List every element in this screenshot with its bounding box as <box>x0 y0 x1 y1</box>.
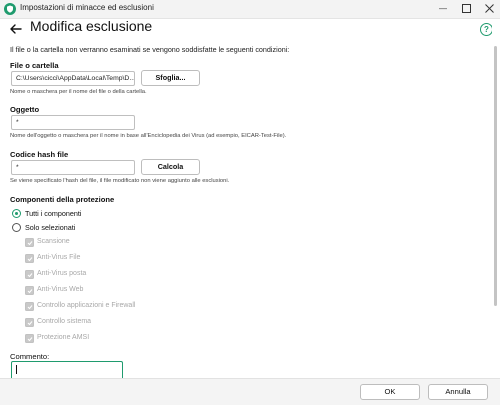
comment-input[interactable] <box>11 361 123 378</box>
question-circle-icon[interactable]: ? <box>480 23 492 36</box>
checkbox-checked-disabled <box>25 254 34 263</box>
checkbox-checked-disabled <box>25 270 34 279</box>
check-icon <box>27 288 32 294</box>
hash-input[interactable]: * <box>11 160 135 175</box>
radio-button[interactable] <box>12 223 21 232</box>
browse-button[interactable]: Sfoglia... <box>141 70 200 86</box>
checkbox-label: Scansione <box>37 237 70 245</box>
text-caret <box>16 365 17 374</box>
content-area: Modifica esclusione ? Il file o la carte… <box>0 0 492 378</box>
page-title: Modifica esclusione <box>30 18 153 34</box>
dialog-footer: OK Annulla <box>0 378 500 405</box>
checkbox-checked-disabled <box>25 302 34 311</box>
checkbox-label: Controllo applicazioni e Firewall <box>37 301 136 309</box>
object-input[interactable]: * <box>11 115 135 130</box>
check-icon <box>27 256 32 262</box>
checkbox-label: Anti-Virus File <box>37 253 81 261</box>
check-icon <box>27 272 32 278</box>
help-symbol: ? <box>484 25 489 34</box>
comment-label: Commento: <box>10 352 50 361</box>
radio-label: Solo selezionati <box>25 222 76 232</box>
ok-button[interactable]: OK <box>360 384 420 400</box>
checkbox-label: Anti-Virus posta <box>37 269 87 277</box>
checkbox-label: Protezione AMSI <box>37 333 90 341</box>
hash-hint: Se viene specificato l'hash del file, il… <box>10 178 230 184</box>
hash-label: Codice hash file <box>10 150 69 159</box>
file-folder-label: File o cartella <box>10 61 59 70</box>
radio-button-checked[interactable] <box>12 209 21 218</box>
back-button[interactable] <box>8 21 24 37</box>
check-icon <box>27 240 32 246</box>
checkbox-label: Controllo sistema <box>37 317 92 325</box>
cancel-button[interactable]: Annulla <box>428 384 488 400</box>
components-label: Componenti della protezione <box>10 195 115 204</box>
check-icon <box>27 320 32 326</box>
check-icon <box>27 304 32 310</box>
intro-text: Il file o la cartella non verranno esami… <box>10 45 290 54</box>
checkbox-checked-disabled <box>25 238 34 247</box>
file-folder-input[interactable]: C:\Users\cicci\AppData\Local\Temp\D... <box>11 71 135 86</box>
checkbox-checked-disabled <box>25 286 34 295</box>
checkbox-checked-disabled <box>25 334 34 343</box>
file-folder-hint: Nome o maschera per il nome del file o d… <box>10 89 147 95</box>
vertical-scrollbar[interactable] <box>494 46 497 306</box>
checkbox-label: Anti-Virus Web <box>37 285 84 293</box>
check-icon <box>27 336 32 342</box>
object-hint: Nome dell'oggetto o maschera per il nome… <box>10 133 287 139</box>
arrow-left-icon <box>10 24 22 34</box>
checkbox-checked-disabled <box>25 318 34 327</box>
object-label: Oggetto <box>10 105 40 114</box>
calculate-button[interactable]: Calcola <box>141 159 200 175</box>
radio-label: Tutti i componenti <box>25 208 82 218</box>
